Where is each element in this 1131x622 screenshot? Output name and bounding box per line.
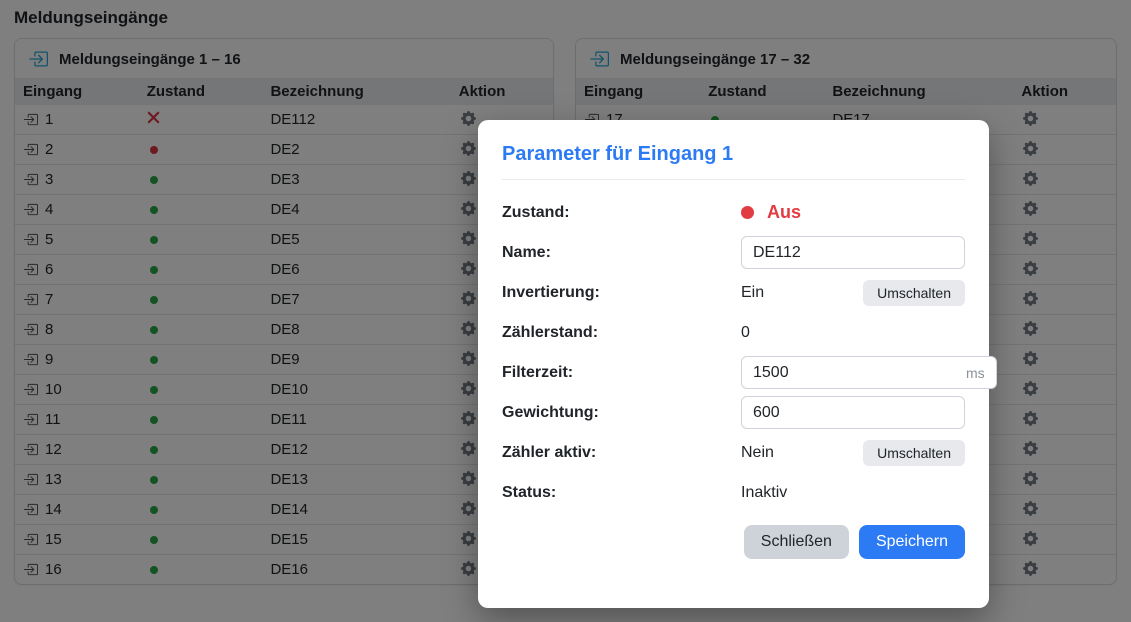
filterzeit-unit: ms (966, 365, 985, 381)
field-label: Gewichtung: (502, 404, 741, 422)
gewichtung-input[interactable] (741, 396, 965, 429)
invertierung-value: Ein (741, 284, 764, 302)
field-row-invertierung: Invertierung: Ein Umschalten (502, 276, 965, 309)
field-row-zaehler-aktiv: Zähler aktiv: Nein Umschalten (502, 436, 965, 469)
field-label: Filterzeit: (502, 364, 741, 382)
field-label: Invertierung: (502, 284, 741, 302)
zaehler-aktiv-value: Nein (741, 444, 774, 462)
divider (502, 179, 965, 180)
field-row-gewichtung: Gewichtung: (502, 396, 965, 429)
field-row-name: Name: (502, 236, 965, 269)
modal-footer: Schließen Speichern (502, 525, 965, 559)
filterzeit-input[interactable] (753, 364, 960, 382)
invertierung-toggle-button[interactable]: Umschalten (863, 280, 965, 306)
field-row-status: Status: Inaktiv (502, 476, 965, 509)
field-label: Zähler aktiv: (502, 444, 741, 462)
modal-title: Parameter für Eingang 1 (502, 143, 965, 166)
field-label: Zählerstand: (502, 324, 741, 342)
field-label: Status: (502, 484, 741, 502)
save-button[interactable]: Speichern (859, 525, 965, 559)
field-label: Name: (502, 244, 741, 262)
parameter-dialog: Parameter für Eingang 1 Zustand: Aus Nam… (478, 120, 989, 608)
name-input[interactable] (741, 236, 965, 269)
field-row-zustand: Zustand: Aus (502, 196, 965, 229)
zaehler-aktiv-toggle-button[interactable]: Umschalten (863, 440, 965, 466)
field-row-zaehlerstand: Zählerstand: 0 (502, 316, 965, 349)
close-button[interactable]: Schließen (744, 525, 849, 559)
field-row-filterzeit: Filterzeit: ms (502, 356, 965, 389)
status-dot-icon (741, 206, 754, 219)
status-value: Inaktiv (741, 484, 787, 502)
field-label: Zustand: (502, 204, 741, 222)
zaehlerstand-value: 0 (741, 324, 750, 342)
zustand-value: Aus (767, 202, 801, 223)
